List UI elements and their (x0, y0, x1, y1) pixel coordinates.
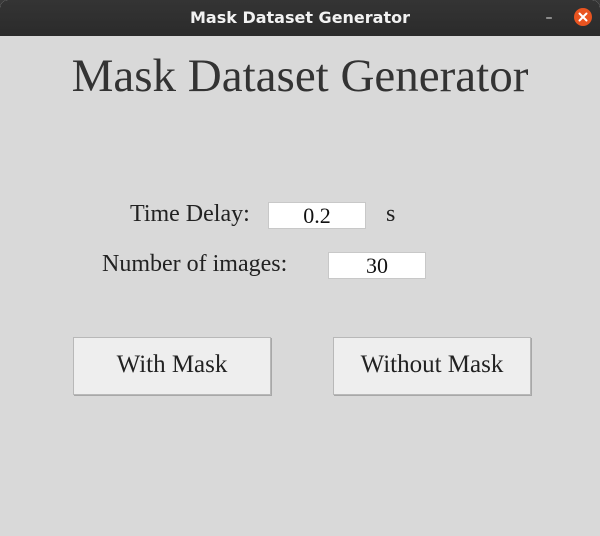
page-title: Mask Dataset Generator (71, 50, 529, 102)
with-mask-button[interactable]: With Mask (73, 337, 271, 395)
time-delay-unit: s (386, 201, 396, 227)
num-images-label: Number of images: (102, 251, 288, 277)
time-delay-input[interactable] (268, 202, 366, 229)
window-title: Mask Dataset Generator (189, 8, 410, 27)
title-bar[interactable]: Mask Dataset Generator – (0, 0, 600, 36)
time-delay-label: Time Delay: (130, 201, 250, 227)
close-icon (578, 12, 588, 22)
num-images-input[interactable] (328, 252, 426, 279)
without-mask-button[interactable]: Without Mask (333, 337, 531, 395)
close-button[interactable] (574, 8, 592, 26)
minimize-button[interactable]: – (538, 8, 560, 28)
app-window: Mask Dataset Generator – Mask Dataset Ge… (0, 0, 600, 536)
